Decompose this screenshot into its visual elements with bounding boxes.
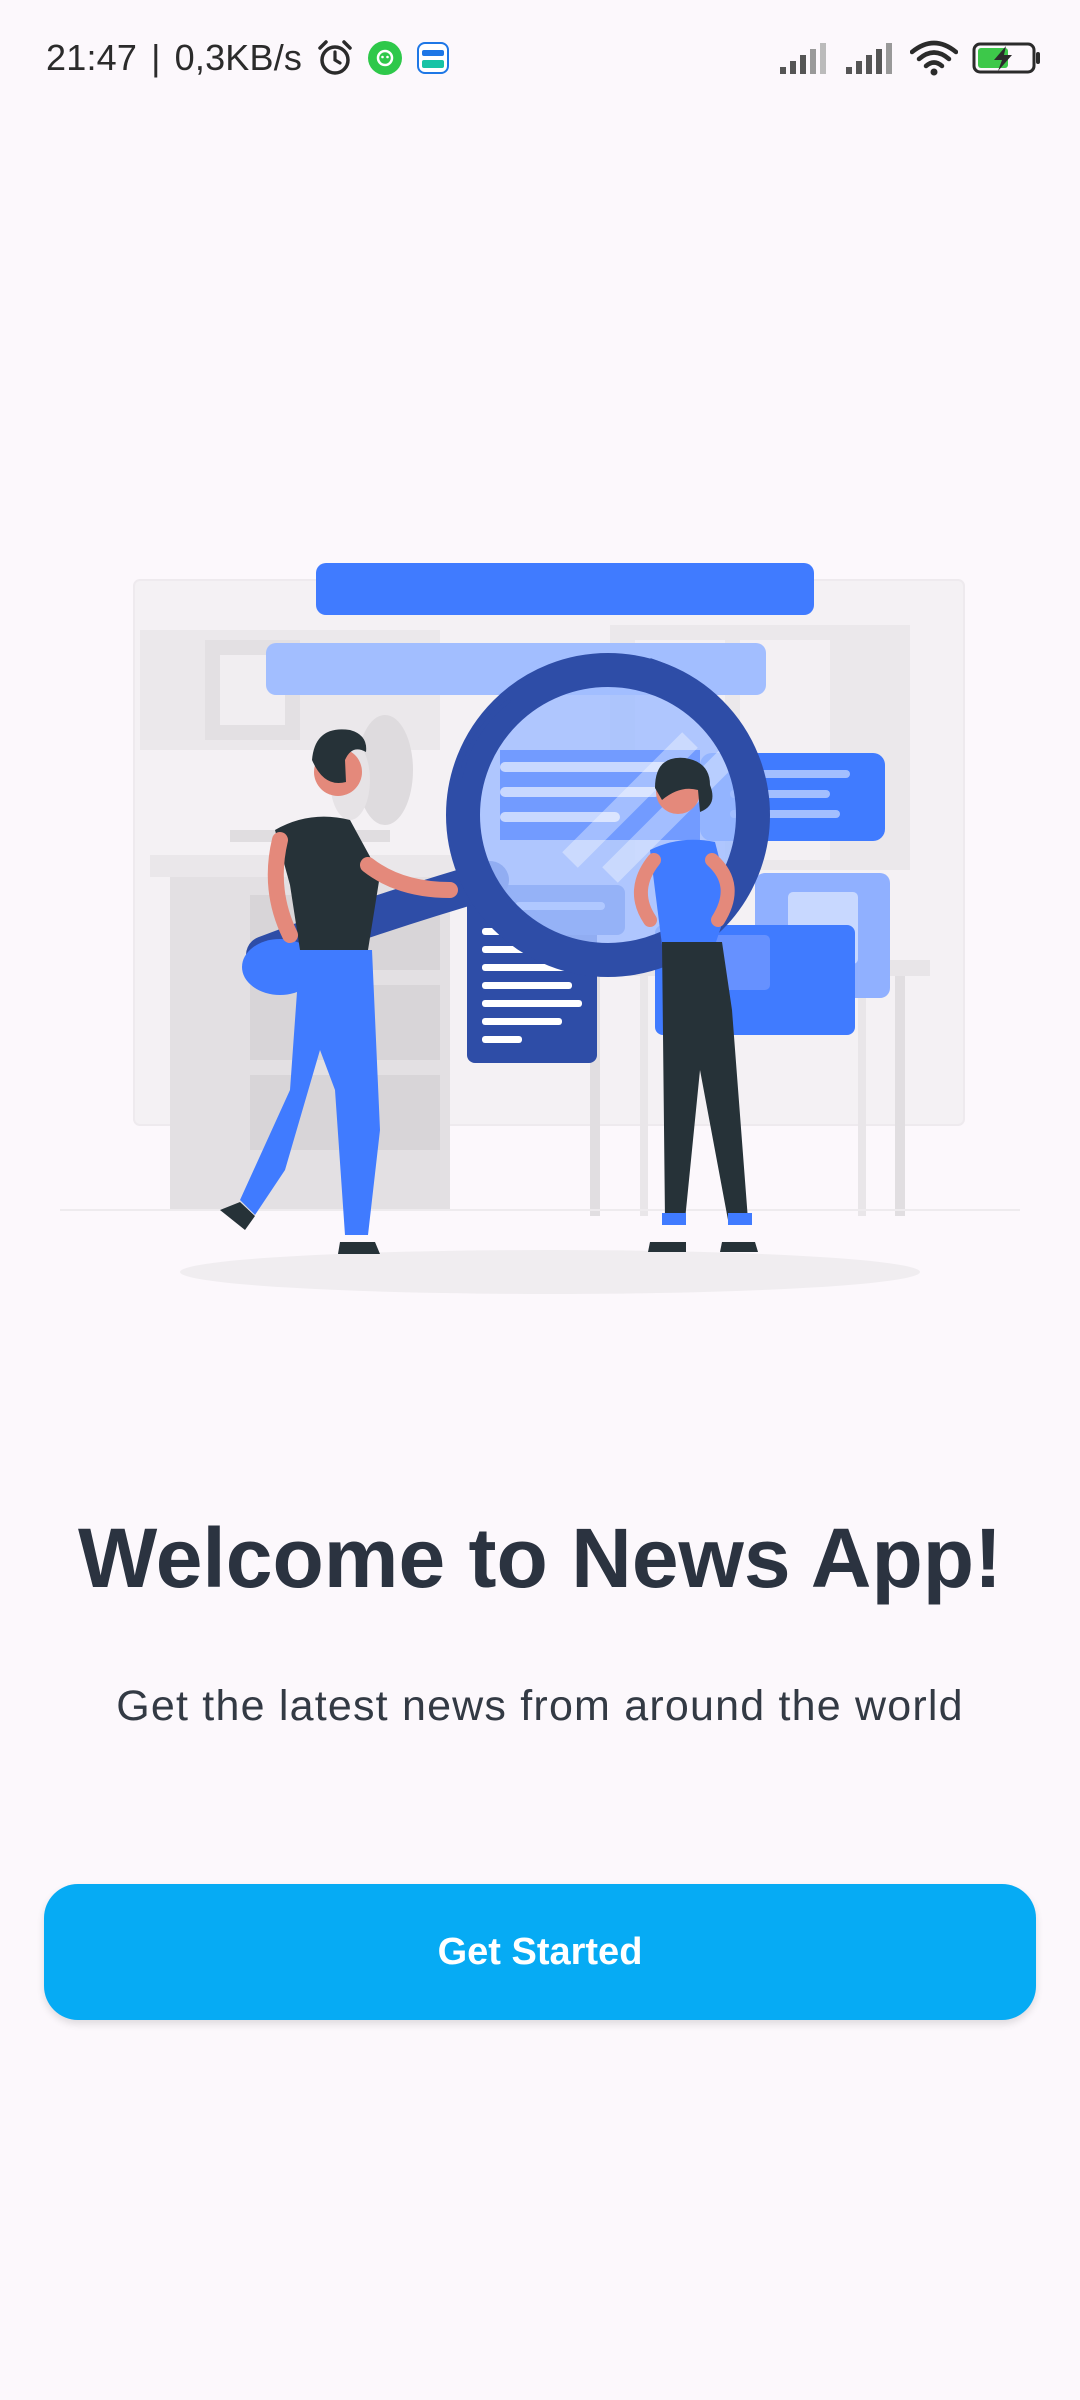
status-time: 21:47 [46, 37, 138, 78]
status-bar: 21:47 | 0,3KB/s [0, 0, 1080, 115]
network-speed: 0,3KB/s [174, 37, 303, 78]
alarm-icon [316, 39, 354, 77]
welcome-title: Welcome to News App! [77, 1511, 1003, 1605]
news-search-illustration [50, 530, 1030, 1330]
zalo-pay-icon [416, 41, 450, 75]
get-started-button[interactable]: Get Started [44, 1884, 1036, 2020]
welcome-subtitle: Get the latest news from around the worl… [116, 1682, 964, 1730]
signal-icon [778, 41, 830, 75]
signal-icon [844, 41, 896, 75]
wifi-icon [910, 40, 958, 76]
status-separator: | [151, 37, 161, 78]
status-left: 21:47 | 0,3KB/s [46, 34, 450, 82]
app-notification-icon [368, 41, 403, 75]
status-right [778, 34, 1042, 82]
battery-charging-icon [972, 41, 1042, 75]
